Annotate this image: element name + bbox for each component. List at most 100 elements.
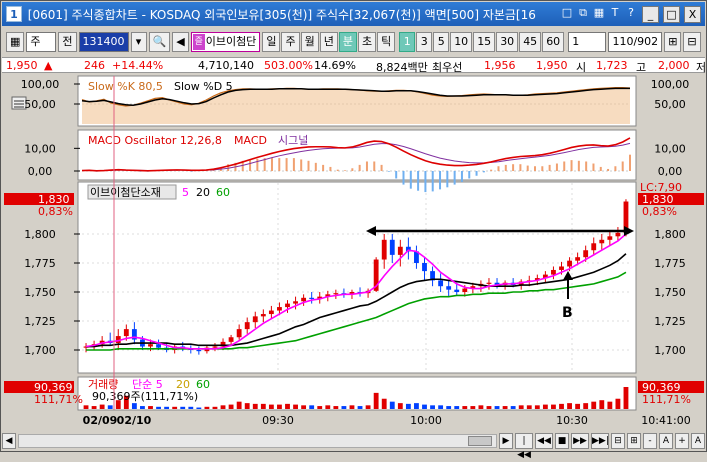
code-dropdown-icon[interactable]: ▾: [130, 32, 147, 52]
stock-code-input[interactable]: 131400: [78, 32, 129, 52]
interval-button-2[interactable]: 5: [433, 32, 450, 52]
count-input[interactable]: 110/902: [608, 32, 663, 52]
scroll-left-button[interactable]: ◀: [2, 433, 16, 449]
zoom-out-icon[interactable]: ⊟: [611, 433, 625, 449]
interval-button-3[interactable]: 10: [450, 32, 473, 52]
grid-icon[interactable]: ▦: [592, 6, 606, 20]
volume-bar: [220, 405, 226, 409]
increase-button[interactable]: +: [675, 433, 689, 449]
price-candle: [228, 337, 234, 342]
stoch-tick-50-left: 50,00: [24, 98, 56, 111]
scroll-thumb[interactable]: [468, 436, 492, 446]
macd-legend: MACD: [234, 134, 267, 147]
price-candle: [389, 239, 395, 255]
scroll-track[interactable]: [18, 434, 497, 448]
volume-bar: [277, 404, 282, 409]
period-button-6[interactable]: 틱: [377, 32, 396, 52]
font-icon[interactable]: T: [608, 6, 622, 20]
interval-button-0[interactable]: 1: [399, 32, 416, 52]
font-smaller-button[interactable]: A: [659, 433, 673, 449]
help-icon[interactable]: ?: [624, 6, 638, 20]
chart-window: 1 [0601] 주식종합차트 - KOSDAQ 외국인보유[305(천)] 주…: [0, 0, 707, 460]
stoch-tick-100-left: 100,00: [21, 78, 60, 91]
volume-bar: [397, 403, 403, 409]
trade-amount: 8,824백만: [376, 61, 428, 74]
sound-icon[interactable]: ◀: [172, 32, 189, 52]
period-button-4[interactable]: 분: [338, 32, 357, 52]
link-icon[interactable]: □: [560, 6, 574, 20]
price-tick-1700-right: 1,700: [654, 344, 686, 357]
volume-bar: [526, 405, 532, 409]
volume-bar: [325, 405, 331, 409]
price-candle: [148, 344, 153, 347]
price-candle: [333, 293, 339, 295]
period-button-1[interactable]: 주: [281, 32, 300, 52]
volume-bar: [615, 398, 621, 409]
close-button[interactable]: X: [684, 5, 701, 23]
macd-osc-legend: MACD Oscillator 12,26,8: [88, 134, 222, 147]
price-candle: [309, 297, 315, 299]
price-candle: [575, 257, 581, 261]
interval-button-4[interactable]: 15: [473, 32, 496, 52]
period-button-3[interactable]: 년: [319, 32, 338, 52]
interval-button-6[interactable]: 45: [519, 32, 542, 52]
volume-bar: [91, 406, 97, 409]
market-select[interactable]: 주: [26, 32, 57, 52]
price-tick-1800-left: 1,800: [24, 228, 56, 241]
all-button[interactable]: 전: [58, 32, 77, 52]
font-larger-button[interactable]: A: [691, 433, 705, 449]
low-label: 저: [696, 61, 707, 74]
price-candle: [268, 310, 274, 315]
current-price: 1,950: [6, 59, 38, 72]
go-last-button[interactable]: ▶▶|: [591, 433, 609, 449]
stock-chart[interactable]: 100,00 100,00 50,00 50,00 10,00 10,00 0,00 0,00…: [2, 75, 705, 430]
volume-value-legend: 90,369주(111,71%): [92, 390, 198, 403]
price-candle: [285, 303, 290, 308]
copy-icon[interactable]: ⧉: [576, 6, 590, 20]
go-first-button[interactable]: |◀◀: [515, 433, 533, 460]
price-candle: [252, 316, 258, 323]
volume-bar: [389, 401, 395, 409]
expand-icon[interactable]: ⊞: [664, 32, 682, 52]
rewind-button[interactable]: ◀◀: [535, 433, 553, 449]
minimize-button[interactable]: _: [642, 5, 659, 23]
period-button-5[interactable]: 초: [357, 32, 377, 52]
price-candle: [381, 239, 387, 260]
period-button-0[interactable]: 일: [262, 32, 281, 52]
volume-value: 4,710,140: [198, 59, 254, 72]
decrease-button[interactable]: -: [643, 433, 657, 449]
volume-bar: [107, 405, 113, 409]
volume-bar: [542, 404, 548, 409]
list-icon[interactable]: ▦: [6, 32, 25, 52]
scroll-right-button[interactable]: ▶: [499, 433, 513, 449]
stop-button[interactable]: ■: [555, 433, 569, 449]
stoch-k-legend: Slow %K 80,5: [88, 80, 163, 93]
volume-bar: [252, 403, 258, 409]
zoom-in-icon[interactable]: ⊞: [627, 433, 641, 449]
price-candle: [591, 243, 597, 251]
volume-ratio: 503.00%: [264, 59, 313, 72]
interval-select[interactable]: 1: [568, 32, 607, 52]
price-candle: [422, 263, 427, 272]
price-candle: [293, 301, 298, 304]
collapse-icon[interactable]: ⊟: [683, 32, 701, 52]
right-volume-rate: 111,71%: [642, 393, 691, 406]
period-button-2[interactable]: 월: [300, 32, 319, 52]
best-ask: 1,956: [484, 59, 516, 72]
maximize-button[interactable]: □: [663, 5, 680, 23]
stock-name-button[interactable]: 이브이첨단: [190, 32, 261, 52]
volume-bar: [381, 398, 387, 409]
up-arrow-icon: ▲: [44, 59, 53, 72]
turnover-rate: 14.69%: [314, 59, 356, 72]
volume-bar: [212, 406, 218, 409]
volume-bar: [623, 387, 629, 409]
left-volume-rate: 111,71%: [34, 393, 83, 406]
interval-button-5[interactable]: 30: [496, 32, 519, 52]
fast-forward-button[interactable]: ▶▶: [571, 433, 589, 449]
interval-button-7[interactable]: 60: [542, 32, 565, 52]
volume-bar: [357, 406, 363, 409]
search-icon[interactable]: 🔍: [148, 32, 171, 52]
interval-button-1[interactable]: 3: [416, 32, 433, 52]
bottom-scrollbar: ◀ ▶ |◀◀ ◀◀ ■ ▶▶ ▶▶| ⊟ ⊞ - A + A: [2, 431, 705, 460]
volume-bar: [373, 392, 379, 409]
